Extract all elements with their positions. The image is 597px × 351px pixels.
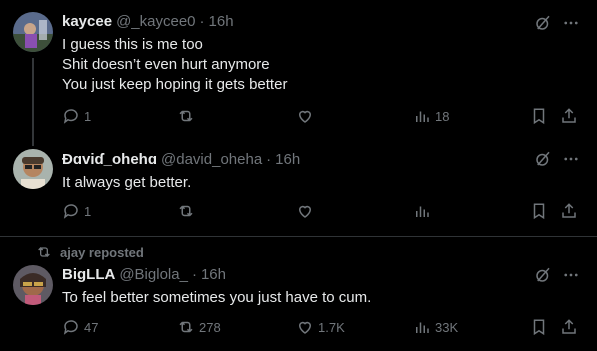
action-bar: 1 18 <box>0 107 597 127</box>
post-line: I guess this is me too <box>62 36 203 53</box>
avatar[interactable] <box>13 149 53 189</box>
bookmark-button[interactable] <box>530 107 548 125</box>
bookmark-icon <box>533 108 545 125</box>
avatar[interactable] <box>13 12 53 52</box>
share-button[interactable] <box>560 318 578 336</box>
bookmark-icon <box>533 203 545 220</box>
share-button[interactable] <box>560 202 578 220</box>
separator-dot: · <box>191 266 197 283</box>
more-icon[interactable] <box>561 13 581 33</box>
reply-button[interactable]: 1 <box>62 107 91 125</box>
reply-icon <box>63 320 78 335</box>
reply-count: 1 <box>84 108 92 124</box>
repost-button[interactable]: 278 <box>177 318 221 336</box>
author-handle[interactable]: @david_oheha <box>161 151 262 169</box>
post-line: You just keep hoping it gets better <box>62 76 288 93</box>
post-bigla[interactable]: BigLLA @Biglola_ · 16h To feel better so… <box>0 258 597 351</box>
repost-icon <box>179 321 193 333</box>
repost-icon <box>179 110 193 122</box>
post-line: Shit doesn’t even hurt anymore <box>62 56 270 73</box>
post-david[interactable]: Ɖɑviɗ_ohehɑ @david_oheha · 16h It always… <box>0 140 597 236</box>
post-text: It always get better. <box>62 173 191 193</box>
post-line: It always get better. <box>62 174 192 191</box>
views-button[interactable] <box>413 202 435 220</box>
reply-icon <box>63 204 78 219</box>
views-icon <box>416 111 429 122</box>
views-icon <box>416 206 429 217</box>
like-button[interactable]: 1.7K <box>296 318 345 336</box>
like-icon <box>298 321 312 334</box>
like-button[interactable] <box>296 107 318 125</box>
repost-button[interactable] <box>177 107 199 125</box>
author-handle[interactable]: @_kaycee0 <box>116 13 195 31</box>
bookmark-button[interactable] <box>530 202 548 220</box>
grok-icon[interactable] <box>533 265 553 285</box>
like-icon <box>298 110 312 123</box>
bookmark-icon <box>533 319 545 336</box>
post-text: I guess this is me too Shit doesn’t even… <box>62 35 287 95</box>
views-button[interactable]: 33K <box>413 318 458 336</box>
grok-icon[interactable] <box>533 13 553 33</box>
timestamp[interactable]: 16h <box>209 13 234 31</box>
post-text: To feel better sometimes you just have t… <box>62 288 371 308</box>
author-name[interactable]: BigLLA <box>62 266 115 284</box>
reply-count: 1 <box>84 203 92 219</box>
views-count: 18 <box>435 108 450 124</box>
bookmark-button[interactable] <box>530 318 548 336</box>
separator-dot: · <box>266 151 272 168</box>
author-name[interactable]: Ɖɑviɗ_ohehɑ <box>62 151 157 169</box>
repost-icon <box>179 205 193 217</box>
reply-count: 47 <box>84 319 99 335</box>
action-bar: 1 <box>0 202 597 222</box>
reply-button[interactable]: 47 <box>62 318 98 336</box>
views-icon <box>416 322 429 333</box>
more-icon[interactable] <box>561 265 581 285</box>
share-button[interactable] <box>560 107 578 125</box>
timestamp[interactable]: 16h <box>275 151 300 169</box>
like-count: 1.7K <box>318 319 345 335</box>
post-line: To feel better sometimes you just have t… <box>62 289 372 306</box>
repost-button[interactable] <box>177 202 199 220</box>
post-kaycee[interactable]: kaycee @_kaycee0 · 16h I guess this is m… <box>0 0 597 140</box>
divider <box>0 236 597 237</box>
like-icon <box>298 205 312 218</box>
grok-icon[interactable] <box>533 149 553 169</box>
more-icon[interactable] <box>561 149 581 169</box>
share-icon <box>562 108 576 123</box>
repost-count: 278 <box>199 319 221 335</box>
reply-icon <box>63 109 78 124</box>
action-bar: 47 278 1.7K 33K <box>0 318 597 338</box>
like-button[interactable] <box>296 202 318 220</box>
share-icon <box>562 203 576 218</box>
views-button[interactable]: 18 <box>413 107 449 125</box>
author-name[interactable]: kaycee <box>62 13 112 31</box>
author-handle[interactable]: @Biglola_ <box>119 266 188 284</box>
timestamp[interactable]: 16h <box>201 266 226 284</box>
share-icon <box>562 319 576 334</box>
separator-dot: · <box>199 13 205 30</box>
reply-button[interactable]: 1 <box>62 202 91 220</box>
avatar[interactable] <box>13 265 53 305</box>
views-count: 33K <box>435 319 459 335</box>
